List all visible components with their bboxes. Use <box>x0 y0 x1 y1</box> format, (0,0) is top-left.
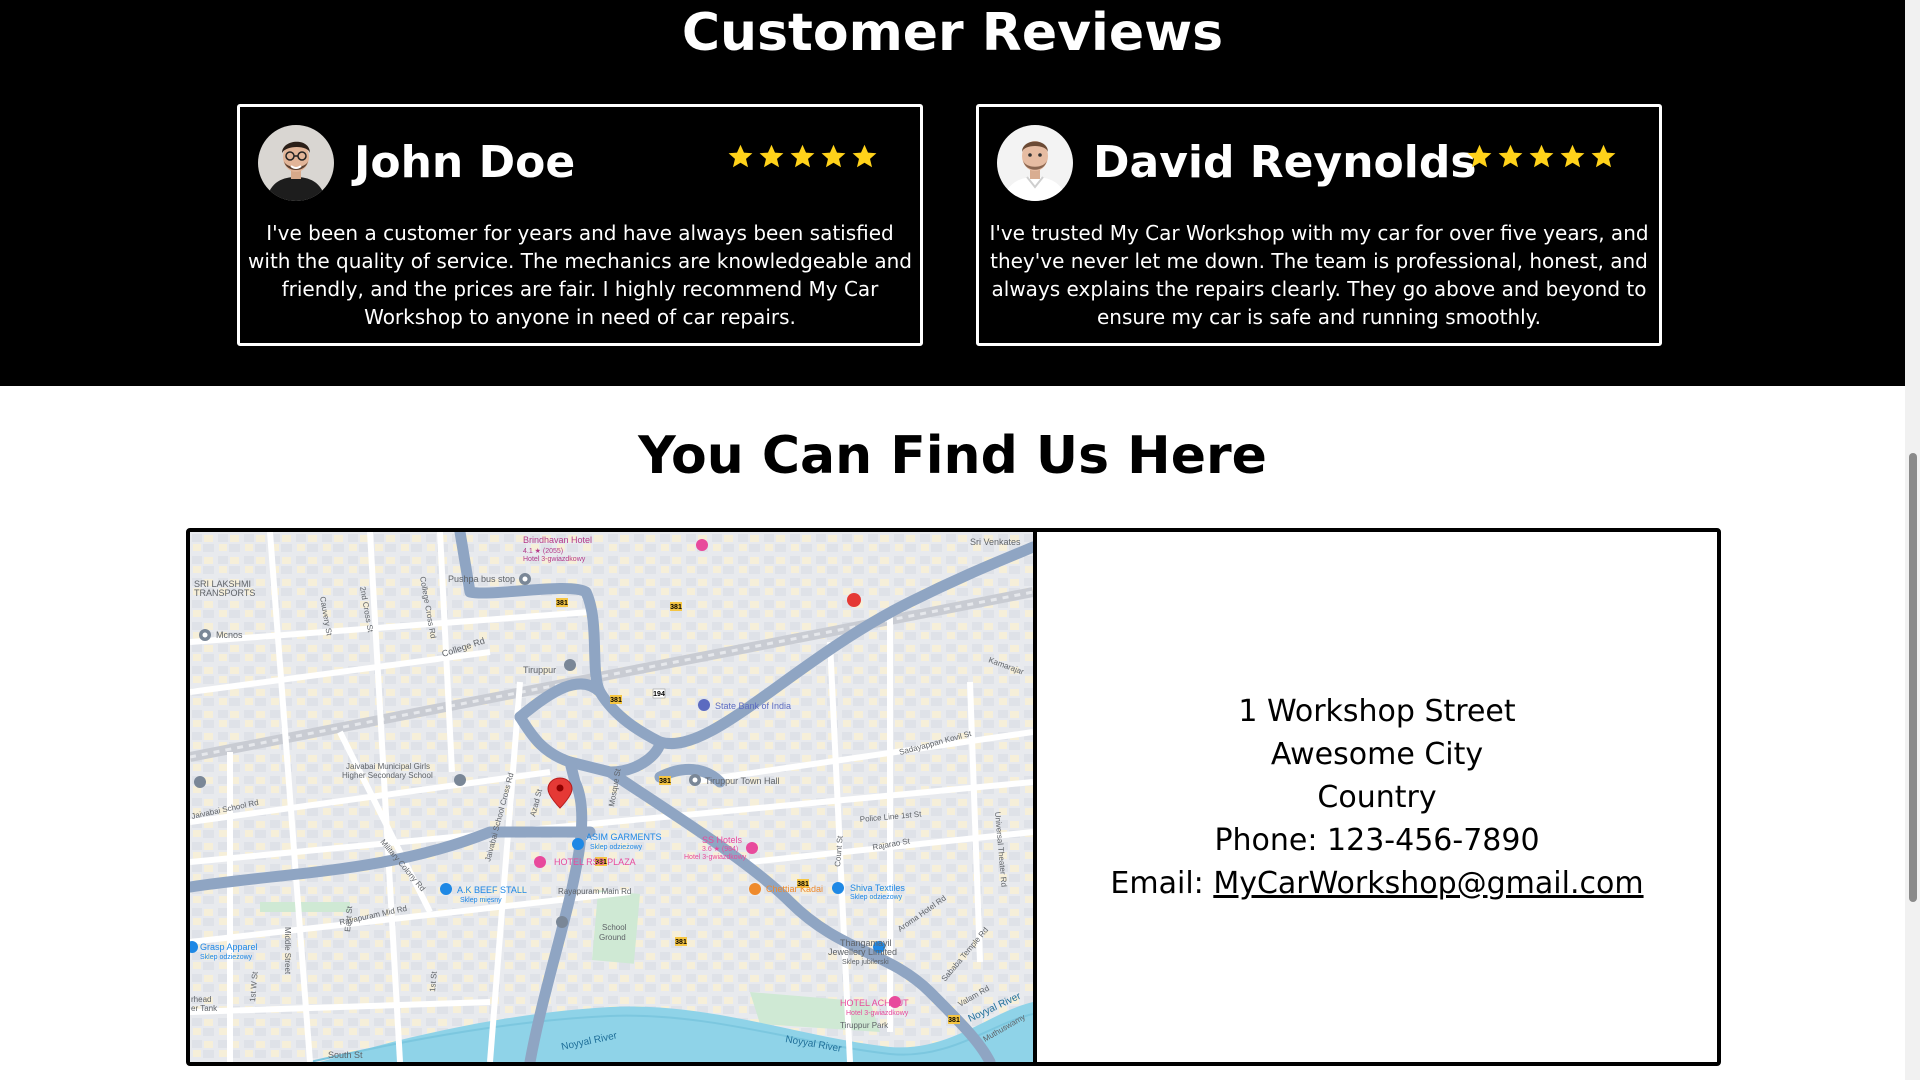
reviewer-name: John Doe <box>354 137 576 188</box>
map-label: South St <box>328 1050 363 1060</box>
map-label: Sklep jubilerski <box>842 959 889 966</box>
map-road-shield: 381 <box>659 778 671 785</box>
review-text: I've trusted My Car Workshop with my car… <box>989 221 1649 329</box>
map-label: Sklep odzieżowy <box>200 954 253 961</box>
email-label: Email: <box>1110 865 1214 901</box>
map-label: Chettiar Kadai <box>766 884 823 894</box>
star-icon <box>1467 144 1492 168</box>
avatar <box>997 125 1073 201</box>
map-label: Tiruppur Town Hall <box>705 776 780 786</box>
map-label: Hotel 3-gwiazdkowy <box>846 1010 909 1017</box>
map-label: Middle Street <box>283 927 292 975</box>
address-line-city: Awesome City <box>1270 736 1484 772</box>
reviewer-name: David Reynolds <box>1093 137 1477 188</box>
map-label: Hotel 3-gwiazdkowy <box>523 556 586 563</box>
map-label: Brindhavan Hotel <box>523 535 592 545</box>
page: Customer Reviews John Doe I've been a cu… <box>0 0 1905 1080</box>
avatar <box>258 125 334 201</box>
map-road-shield: 194 <box>653 691 665 698</box>
map-label: Ground <box>599 933 626 942</box>
map-label: Jewellery Limited <box>828 947 897 957</box>
star-icon <box>1560 144 1585 168</box>
map-label: Tiruppur <box>523 665 556 675</box>
review-text: I've been a customer for years and have … <box>248 221 912 329</box>
star-rating <box>1466 143 1617 177</box>
email-line: Email: MyCarWorkshop@gmail.com <box>1110 862 1643 905</box>
star-icon <box>852 144 877 168</box>
map-label: 4.1 ★ (2055) <box>523 547 563 555</box>
phone-line: Phone: 123-456-7890 <box>1214 819 1539 862</box>
map-label: Shiva Textiles <box>850 883 905 893</box>
review-card: David Reynolds I've trusted My Car Works… <box>976 104 1662 346</box>
phone-label: Phone: <box>1214 822 1328 858</box>
star-icon <box>1529 144 1554 168</box>
map-label: ASIM GARMENTS <box>586 832 662 842</box>
map-label: rhead <box>191 995 211 1004</box>
location-box: 381 381 381 194 381 381 381 381 381 SRI … <box>186 528 1721 1066</box>
customer-reviews-section: Customer Reviews John Doe I've been a cu… <box>0 0 1905 386</box>
address-line-country: Country <box>1317 779 1437 815</box>
map-label: Sklep odzieżowy <box>850 894 903 901</box>
map-label: Sri Venkates <box>970 537 1021 547</box>
map-label: TRANSPORTS <box>194 588 255 598</box>
map-label: Hotel 3-gwiazdkowy <box>684 854 747 861</box>
star-icon <box>728 144 753 168</box>
map-label: Sklep mięsny <box>460 897 502 904</box>
section-title: Customer Reviews <box>681 3 1224 63</box>
scrollbar-thumb[interactable] <box>1909 453 1917 902</box>
map-label: HOTEL ACHYUT <box>840 998 909 1008</box>
map-label: Tiruppur Park <box>840 1021 889 1030</box>
map-label: Sklep odzieżowy <box>590 844 643 851</box>
map-road-shield: 381 <box>948 1017 960 1024</box>
map-label: SS Hotels <box>702 835 743 845</box>
star-icon <box>821 144 846 168</box>
review-card: John Doe I've been a customer for years … <box>237 104 923 346</box>
location-title: You Can Find Us Here <box>638 426 1267 486</box>
map-label: Rayapuram Main Rd <box>558 887 631 896</box>
map-label: Higher Secondary School <box>342 771 433 780</box>
map-label: er Tank <box>191 1004 218 1013</box>
map-label: Mcnos <box>216 630 243 640</box>
map-label: Pushpa bus stop <box>448 574 515 584</box>
map-label: Jaivabai Municipal Girls <box>346 762 430 771</box>
map-road-shield: 381 <box>610 697 622 704</box>
embedded-map[interactable]: 381 381 381 194 381 381 381 381 381 SRI … <box>190 532 1037 1062</box>
map-road-shield: 381 <box>670 604 682 611</box>
map-label: State Bank of India <box>715 701 791 711</box>
star-icon <box>759 144 784 168</box>
map-label: 1st St <box>428 970 439 992</box>
map-label: Grasp Apparel <box>200 942 258 952</box>
star-icon <box>1498 144 1523 168</box>
map-road-shield: 381 <box>675 939 687 946</box>
map-label: School <box>602 923 627 932</box>
map-label: A.K BEEF STALL <box>457 885 527 895</box>
map-road-shield: 381 <box>556 600 568 607</box>
map-label: HOTEL RSB PLAZA <box>554 857 636 867</box>
star-rating <box>727 143 878 177</box>
star-icon <box>1591 144 1616 168</box>
map-label: 3.6 ★ (984) <box>702 845 738 853</box>
contact-address: 1 Workshop Street Awesome City Country P… <box>1037 532 1717 1062</box>
address-line-street: 1 Workshop Street <box>1238 693 1516 729</box>
page-scrollbar[interactable] <box>1905 0 1920 1080</box>
star-icon <box>790 144 815 168</box>
email-link[interactable]: MyCarWorkshop@gmail.com <box>1213 866 1643 901</box>
phone-number: 123-456-7890 <box>1327 822 1540 858</box>
